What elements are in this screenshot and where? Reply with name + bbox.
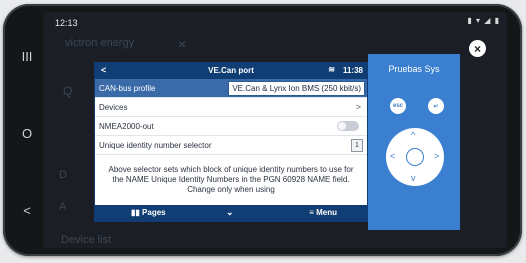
android-nav-bar: III O < (13, 44, 41, 222)
page-title: VE.Can port (208, 66, 254, 75)
status-icons: ▮ ▾ ◢ ▮ (467, 16, 500, 25)
row-can-bus-profile[interactable]: CAN-bus profile VE.Can & Lynx Ion BMS (2… (95, 79, 367, 98)
esc-button[interactable]: esc (390, 98, 406, 114)
row-label: Devices (99, 103, 128, 112)
overlay-close-button[interactable]: × (469, 40, 486, 57)
dpad-center-button[interactable] (406, 148, 424, 166)
chevron-down-icon[interactable]: ⌄ (226, 207, 234, 218)
menu-label: Menu (316, 208, 337, 217)
background-item-a: A (59, 201, 67, 213)
row-nmea2000-out[interactable]: NMEA2000-out (95, 117, 367, 136)
gx-footer: ▮▮ Pages ⌄ ≡ Menu (95, 205, 367, 221)
dpad-up-icon[interactable]: ^ (411, 130, 415, 140)
dpad-right-icon[interactable]: > (434, 151, 439, 161)
row-label: NMEA2000-out (99, 122, 154, 131)
dpad[interactable]: ^ v < > (386, 128, 444, 186)
gx-header: < VE.Can port ≋ 11:38 (95, 63, 367, 79)
identity-number-value[interactable]: 1 (351, 139, 363, 152)
pages-button[interactable]: ▮▮ Pages (131, 208, 166, 217)
status-time: 12:13 (55, 18, 78, 28)
device-name: Pruebas Sys (388, 64, 440, 74)
dpad-left-icon[interactable]: < (390, 151, 395, 161)
row-devices[interactable]: Devices > (95, 98, 367, 117)
gx-remote-console: < VE.Can port ≋ 11:38 CAN-bus profile VE… (94, 62, 368, 222)
home-icon[interactable]: O (15, 121, 39, 145)
nmea2000-toggle[interactable] (337, 121, 359, 131)
row-label: CAN-bus profile (99, 84, 156, 93)
header-clock: 11:38 (342, 66, 363, 75)
background-close-icon: × (178, 36, 187, 52)
row-label: Unique identity number selector (99, 141, 212, 150)
description-text: Above selector sets which block of uniqu… (108, 165, 354, 194)
row-unique-identity[interactable]: Unique identity number selector 1 (95, 136, 367, 155)
back-icon[interactable]: < (15, 198, 39, 222)
enter-button[interactable]: ↵ (428, 98, 444, 114)
pages-label: Pages (142, 208, 166, 217)
background-device-list: Device list (61, 234, 112, 246)
can-profile-value[interactable]: VE.Can & Lynx Ion BMS (250 kbit/s) (228, 81, 365, 96)
background-search-icon: Q (63, 84, 73, 98)
chevron-right-icon: > (355, 102, 361, 112)
recent-apps-icon[interactable]: III (15, 44, 39, 68)
menu-button[interactable]: ≡ Menu (309, 208, 337, 217)
dpad-down-icon[interactable]: v (411, 173, 416, 183)
background-item-d: D (59, 169, 67, 181)
wifi-icon: ≋ (328, 65, 335, 74)
remote-keypad-panel: Pruebas Sys esc ↵ ^ v < > (368, 54, 460, 230)
background-brand: victron energy (65, 37, 135, 49)
